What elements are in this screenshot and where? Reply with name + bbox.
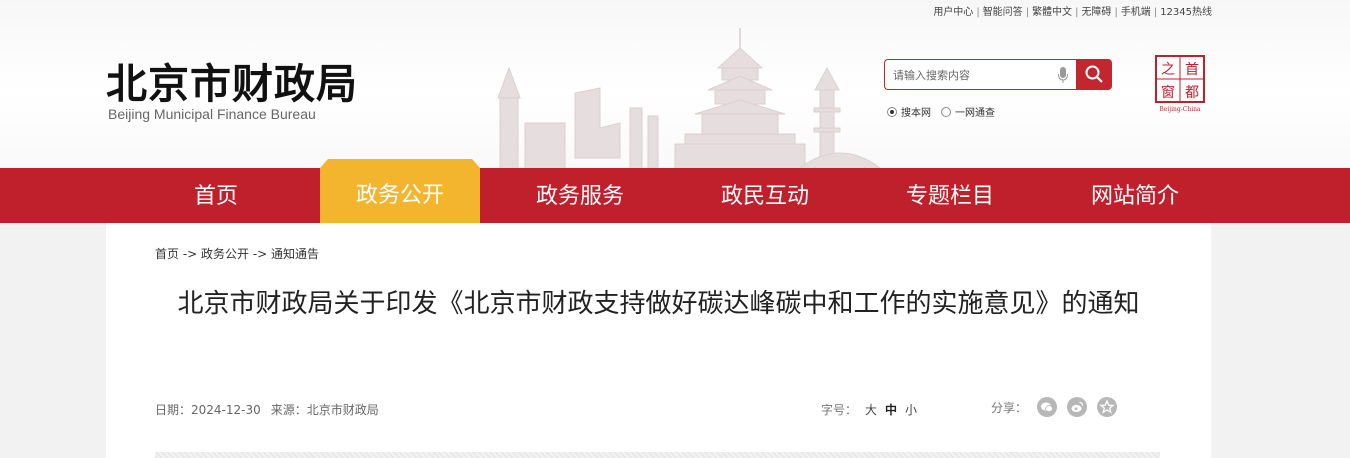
nav-item-home[interactable]: 首页 [160,168,272,223]
nav-item-government-affairs[interactable]: 政务公开 [320,159,480,223]
radio-checked-icon [887,106,897,117]
microphone-icon[interactable] [1058,66,1068,84]
beijing-skyline-illustration [497,28,880,168]
breadcrumb[interactable]: 首页 -> 政务公开 -> 通知通告 [155,245,319,262]
article-meta: 日期：2024-12-30 来源：北京市财政局 [155,401,379,418]
site-logo-subtitle: Beijing Municipal Finance Bureau [108,106,316,122]
search-scope-site[interactable]: 搜本网 [887,104,931,119]
search-scope: 搜本网 一网通查 [887,104,1005,119]
share-bar: 分享： [991,397,1118,417]
site-header: 用户中心 | 智能问答 | 繁體中文 | 无障碍 | 手机端 | 12345热线 北京市财政局 Be… [0,0,1350,168]
main-nav: 首页 政务公开 政务服务 政民互动 专题栏目 网站简介 [0,168,1350,223]
search-input[interactable] [893,66,1048,84]
font-size-label: 字号： [821,403,858,417]
share-label: 分享： [991,400,1028,415]
article-title: 北京市财政局关于印发《北京市财政支持做好碳达峰碳中和工作的实施意见》的通知 [177,289,1140,319]
article-panel: 首页 -> 政务公开 -> 通知通告 北京市财政局关于印发《北京市财政支持做好碳… [106,223,1211,458]
nav-item-topics[interactable]: 专题栏目 [880,168,1020,223]
nav-item-government-services[interactable]: 政务服务 [510,168,650,223]
capital-window-logo[interactable]: 之 首 窗 都 Beijing-China [1153,54,1207,114]
favorite-icon[interactable] [1097,397,1118,417]
font-size-medium[interactable]: 中 [885,403,897,417]
svg-text:Beijing-China: Beijing-China [1159,106,1201,113]
top-link-hotline[interactable]: 12345热线 [1160,7,1212,18]
search-button[interactable] [1076,59,1112,90]
font-size-small[interactable]: 小 [905,403,917,417]
radio-unchecked-icon [941,106,951,117]
content-divider [155,452,1160,458]
font-size-large[interactable]: 大 [865,403,877,417]
top-link-user-center[interactable]: 用户中心 [933,7,973,18]
search-scope-all[interactable]: 一网通查 [941,104,995,119]
nav-item-about[interactable]: 网站简介 [1065,168,1205,223]
article-date: 日期：2024-12-30 [155,403,261,417]
svg-text:都: 都 [1185,85,1199,101]
nav-item-interaction[interactable]: 政民互动 [695,168,835,223]
wechat-icon[interactable] [1037,397,1058,417]
site-logo-title[interactable]: 北京市财政局 [106,50,358,110]
svg-text:首: 首 [1185,62,1199,78]
article-source: 来源：北京市财政局 [270,403,379,417]
svg-text:窗: 窗 [1161,84,1175,101]
svg-text:之: 之 [1161,62,1175,78]
top-link-accessibility[interactable]: 无障碍 [1081,7,1111,18]
top-link-traditional-chinese[interactable]: 繁體中文 [1032,7,1072,18]
top-links: 用户中心 | 智能问答 | 繁體中文 | 无障碍 | 手机端 | 12345热线 [933,7,1212,18]
search-icon [1085,65,1103,83]
top-link-smart-qa[interactable]: 智能问答 [983,7,1023,18]
top-link-mobile[interactable]: 手机端 [1121,7,1151,18]
weibo-icon[interactable] [1067,397,1088,417]
font-size-control: 字号： 大中小 [821,401,917,418]
search-box [884,59,1076,90]
